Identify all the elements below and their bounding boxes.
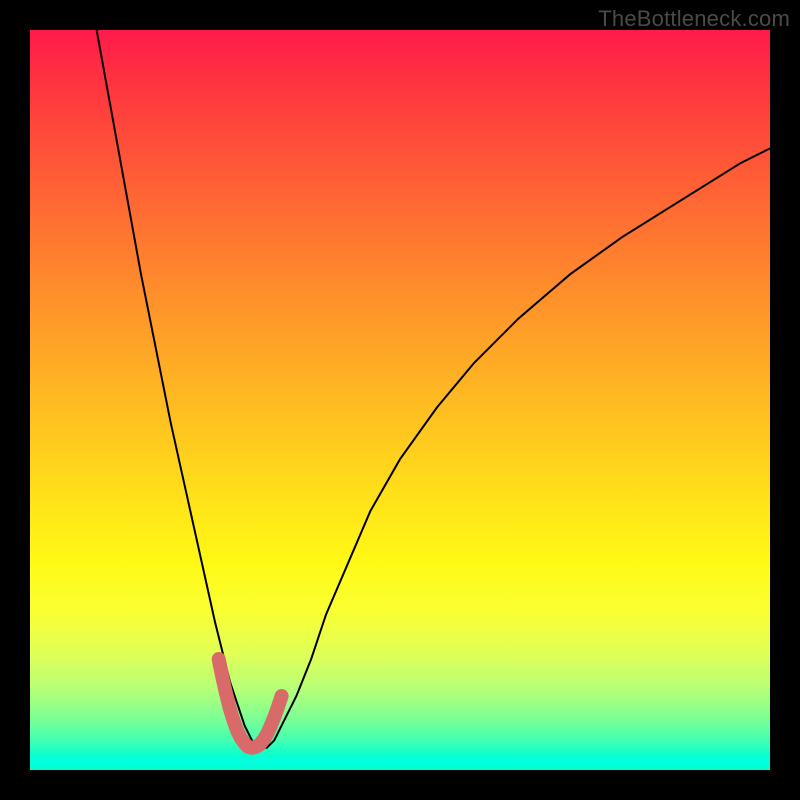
chart-stage: TheBottleneck.com [0, 0, 800, 800]
bottleneck-curve [97, 30, 770, 748]
plot-area [30, 30, 770, 770]
watermark-text: TheBottleneck.com [598, 6, 790, 32]
curve-layer [30, 30, 770, 770]
